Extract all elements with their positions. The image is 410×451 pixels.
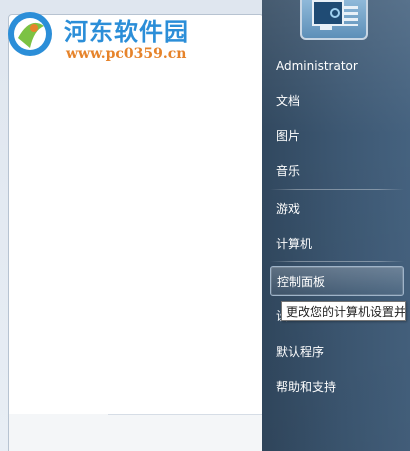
user-picture[interactable] xyxy=(300,0,368,40)
menu-item-help[interactable]: 帮助和支持 xyxy=(270,372,404,402)
menu-item-games[interactable]: 游戏 xyxy=(270,194,404,224)
watermark-logo-icon xyxy=(8,12,52,56)
divider xyxy=(108,414,262,415)
server-icon xyxy=(344,6,358,26)
menu-item-default-programs[interactable]: 默认程序 xyxy=(270,337,404,367)
menu-separator xyxy=(270,189,404,190)
menu-item-pictures[interactable]: 图片 xyxy=(270,121,404,151)
gauge-icon xyxy=(330,8,340,18)
menu-item-documents[interactable]: 文档 xyxy=(270,86,404,116)
menu-item-music[interactable]: 音乐 xyxy=(270,156,404,186)
programs-list[interactable] xyxy=(8,14,264,416)
monitor-stand xyxy=(320,24,332,30)
monitor-icon xyxy=(312,0,344,26)
menu-item-user[interactable]: Administrator xyxy=(270,51,404,81)
menu-separator xyxy=(270,261,404,262)
watermark-url: www.pc0359.cn xyxy=(66,46,187,62)
watermark-title: 河东软件园 xyxy=(64,17,189,46)
programs-bottom-area xyxy=(8,414,263,451)
menu-item-control-panel[interactable]: 控制面板 xyxy=(270,266,404,296)
control-panel-tooltip: 更改您的计算机设置并自定义其功能。 xyxy=(281,301,406,321)
menu-item-computer[interactable]: 计算机 xyxy=(270,229,404,259)
